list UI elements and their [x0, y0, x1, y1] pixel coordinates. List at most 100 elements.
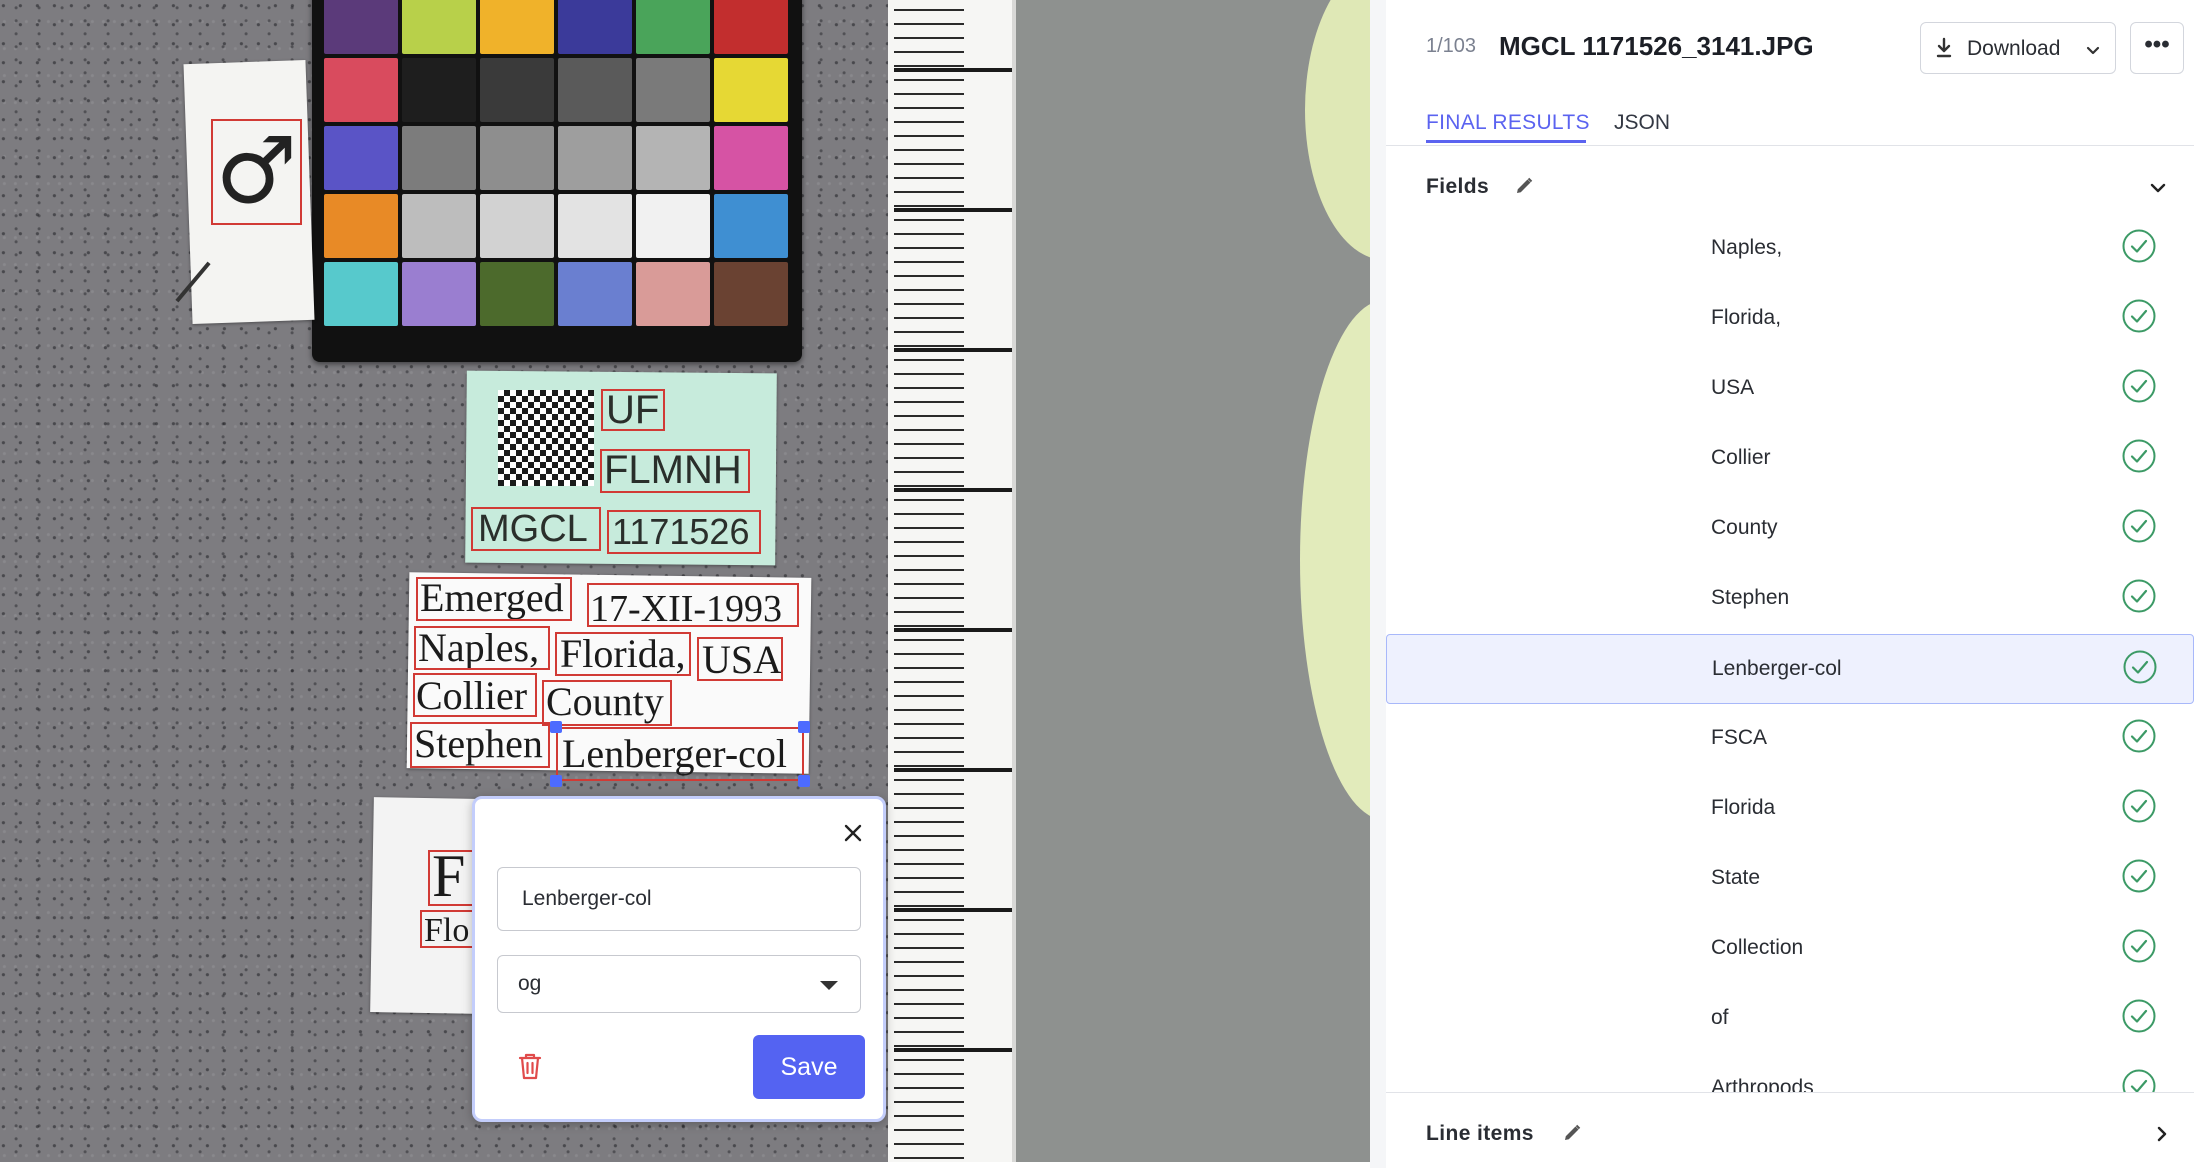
download-button[interactable]: Download: [1920, 22, 2116, 74]
detection-box[interactable]: [420, 910, 474, 948]
color-swatch: [714, 262, 788, 326]
field-row[interactable]: USA: [1386, 354, 2194, 424]
resize-handle-top-left[interactable]: [550, 721, 562, 733]
check-circle-icon[interactable]: [2121, 508, 2157, 544]
color-swatch: [480, 126, 554, 190]
detection-box[interactable]: [697, 637, 783, 681]
chevron-down-icon[interactable]: [2148, 178, 2168, 198]
color-swatch: [636, 126, 710, 190]
image-viewer[interactable]: ♂ UF FLMNH MGCL 1171526 Emerged 17-XII-1…: [0, 0, 1370, 1162]
detection-box[interactable]: [600, 449, 750, 493]
check-circle-icon[interactable]: [2121, 718, 2157, 754]
detection-box[interactable]: [555, 632, 691, 676]
field-row-text: USA: [1711, 376, 1755, 399]
results-panel: 1/103 MGCL 1171526_3141.JPG Download •••…: [1386, 0, 2194, 1168]
field-row-text: FSCA: [1711, 726, 1768, 749]
check-circle-icon[interactable]: [2121, 1068, 2157, 1092]
detection-box[interactable]: [471, 507, 601, 551]
field-row-text: Collection: [1711, 936, 1804, 959]
field-row-text: Arthropods: [1711, 1076, 1814, 1092]
save-button[interactable]: Save: [753, 1035, 865, 1099]
color-swatch: [636, 262, 710, 326]
color-swatch: [480, 194, 554, 258]
selected-detection-box[interactable]: [556, 727, 804, 781]
detection-box[interactable]: [428, 850, 474, 906]
color-swatch: [324, 194, 398, 258]
resize-handle-top-right[interactable]: [798, 721, 810, 733]
ruler-edge: [1012, 0, 1016, 1162]
pencil-icon[interactable]: [1514, 176, 1534, 196]
check-circle-icon[interactable]: [2121, 228, 2157, 264]
color-swatch: [636, 0, 710, 54]
field-row-text: County: [1711, 516, 1778, 539]
detection-box[interactable]: [416, 577, 572, 621]
field-row[interactable]: Collier: [1386, 424, 2194, 494]
field-row[interactable]: State: [1386, 844, 2194, 914]
resize-handle-bottom-left[interactable]: [550, 775, 562, 787]
check-circle-icon[interactable]: [2121, 928, 2157, 964]
field-list[interactable]: Naples, Florida, USA Collier County Stephen Le…: [1386, 218, 2194, 1092]
tab-final-results[interactable]: FINAL RESULTS: [1426, 111, 1590, 135]
field-row-text: Collier: [1711, 446, 1771, 469]
detection-box[interactable]: [607, 510, 761, 554]
detection-box[interactable]: [413, 673, 537, 717]
check-circle-icon[interactable]: [2122, 649, 2158, 685]
line-items-section-title[interactable]: Line items: [1426, 1122, 1534, 1146]
color-swatch: [636, 58, 710, 122]
color-calibration-card: [312, 0, 802, 362]
color-swatch: [402, 126, 476, 190]
field-row-text: Lenberger-col: [1712, 657, 1842, 680]
color-swatch: [402, 0, 476, 54]
color-swatch: [714, 126, 788, 190]
trash-icon[interactable]: [517, 1051, 543, 1081]
color-swatch: [480, 0, 554, 54]
field-row[interactable]: Arthropods: [1386, 1054, 2194, 1092]
annotation-text-input[interactable]: Lenberger-col: [497, 867, 861, 931]
field-row[interactable]: Naples,: [1386, 218, 2194, 284]
detection-box[interactable]: [414, 626, 550, 670]
detection-box[interactable]: [211, 119, 302, 225]
check-circle-icon[interactable]: [2121, 578, 2157, 614]
check-circle-icon[interactable]: [2121, 368, 2157, 404]
field-row-text: Florida: [1711, 796, 1776, 819]
pencil-icon[interactable]: [1562, 1123, 1582, 1143]
detection-box[interactable]: [601, 389, 665, 431]
check-circle-icon[interactable]: [2121, 438, 2157, 474]
fields-section-title[interactable]: Fields: [1426, 175, 1489, 199]
resize-handle-bottom-right[interactable]: [798, 775, 810, 787]
field-row[interactable]: Stephen: [1386, 564, 2194, 634]
color-swatch: [558, 194, 632, 258]
check-circle-icon[interactable]: [2121, 788, 2157, 824]
field-row[interactable]: Florida,: [1386, 284, 2194, 354]
close-icon[interactable]: [839, 819, 867, 847]
file-name: MGCL 1171526_3141.JPG: [1499, 31, 1814, 61]
field-row[interactable]: Lenberger-col: [1386, 634, 2194, 704]
field-row[interactable]: FSCA: [1386, 704, 2194, 774]
tab-json[interactable]: JSON: [1614, 111, 1670, 135]
check-circle-icon[interactable]: [2121, 998, 2157, 1034]
color-swatch: [402, 58, 476, 122]
chevron-right-icon[interactable]: [2152, 1124, 2172, 1144]
color-swatch: [480, 58, 554, 122]
field-row[interactable]: of: [1386, 984, 2194, 1054]
color-swatch: [558, 0, 632, 54]
field-row[interactable]: Collection: [1386, 914, 2194, 984]
annotation-field-select[interactable]: og: [497, 955, 861, 1013]
select-value: og: [518, 972, 542, 995]
datamatrix-code: [498, 390, 594, 486]
color-swatch: [714, 58, 788, 122]
panel-divider[interactable]: [1370, 0, 1386, 1168]
field-row[interactable]: County: [1386, 494, 2194, 564]
ruler-major-ticks: [888, 0, 1016, 1162]
color-swatch: [714, 194, 788, 258]
field-row[interactable]: Florida: [1386, 774, 2194, 844]
more-options-button[interactable]: •••: [2130, 22, 2184, 74]
detection-box[interactable]: [587, 583, 799, 627]
detection-box[interactable]: [542, 680, 672, 726]
color-swatch: [324, 126, 398, 190]
active-tab-indicator: [1426, 140, 1586, 143]
check-circle-icon[interactable]: [2121, 858, 2157, 894]
color-swatch: [714, 0, 788, 54]
detection-box[interactable]: [410, 722, 550, 768]
check-circle-icon[interactable]: [2121, 298, 2157, 334]
